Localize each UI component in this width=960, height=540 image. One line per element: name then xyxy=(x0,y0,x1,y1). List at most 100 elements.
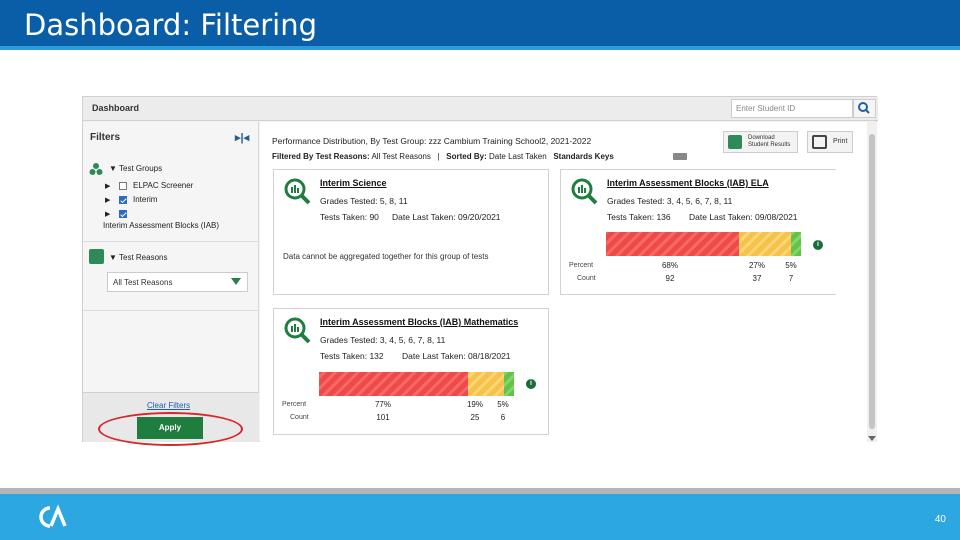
vertical-scrollbar[interactable] xyxy=(867,122,877,442)
print-label: Print xyxy=(833,138,848,145)
group-checkbox-elpac[interactable] xyxy=(119,182,127,190)
page-number: 40 xyxy=(934,514,946,525)
filtered-by-label: Filtered By Test Reasons: xyxy=(272,152,370,161)
dashboard-screenshot: Dashboard Enter Student ID Filters ▸|◂ ▼… xyxy=(82,96,878,442)
divider xyxy=(83,241,259,242)
tests-taken: Tests Taken: 90 xyxy=(320,212,379,222)
sorted-by-value[interactable]: Date Last Taken xyxy=(489,152,547,161)
percent-value: 5% xyxy=(497,400,509,409)
test-reasons-toggle[interactable]: ▼ Test Reasons xyxy=(109,253,167,262)
distribution-segment-red xyxy=(606,232,739,256)
expand-right-icon[interactable]: ▶ xyxy=(105,210,110,218)
scroll-down-icon[interactable] xyxy=(868,436,876,441)
aggregation-message: Data cannot be aggregated together for t… xyxy=(283,252,489,261)
distribution-segment-green xyxy=(504,372,514,396)
search-icon xyxy=(858,102,870,114)
count-value: 101 xyxy=(376,413,390,422)
distribution-bar xyxy=(606,232,801,256)
expand-right-icon[interactable]: ▶ xyxy=(105,182,110,190)
test-reasons-value: All Test Reasons xyxy=(113,278,173,287)
chevron-down-icon xyxy=(231,278,241,285)
card-title-link[interactable]: Interim Science xyxy=(320,178,387,188)
grades-tested: Grades Tested: 5, 8, 11 xyxy=(320,196,408,206)
date-last-taken: Date Last Taken: 09/20/2021 xyxy=(392,212,501,222)
percent-row-label: Percent xyxy=(569,262,594,269)
main-content: Performance Distribution, By Test Group:… xyxy=(260,122,868,442)
print-button[interactable]: Print xyxy=(807,131,853,153)
slide-title: Dashboard: Filtering xyxy=(24,8,317,42)
group-label-elpac: ELPAC Screener xyxy=(133,181,194,190)
magnifier-chart-icon xyxy=(284,317,311,344)
card-title-link[interactable]: Interim Assessment Blocks (IAB) ELA xyxy=(607,178,769,188)
distribution-bar xyxy=(319,372,514,396)
distribution-segment-yellow xyxy=(738,232,792,256)
card-title-link[interactable]: Interim Assessment Blocks (IAB) Mathemat… xyxy=(320,317,518,327)
percent-value: 68% xyxy=(661,261,678,270)
card-interim-science: Interim Science Grades Tested: 5, 8, 11 … xyxy=(273,169,549,295)
tests-taken: Tests Taken: 136 xyxy=(607,212,671,222)
test-groups-toggle[interactable]: ▼ Test Groups xyxy=(109,164,162,173)
ca-logo-icon xyxy=(39,504,67,528)
percent-value: 77% xyxy=(374,400,391,409)
filters-panel: Filters ▸|◂ ▼ Test Groups ▶ ELPAC Screen… xyxy=(83,122,259,442)
group-label-iab: Interim Assessment Blocks (IAB) xyxy=(103,221,220,230)
test-reasons-label: Test Reasons xyxy=(119,253,168,262)
tests-taken: Tests Taken: 132 xyxy=(320,351,384,361)
filters-heading: Filters xyxy=(90,132,121,143)
distribution-segment-green xyxy=(791,232,801,256)
distribution-segment-red xyxy=(319,372,468,396)
distribution-segment-yellow xyxy=(467,372,505,396)
slide-footer: 40 xyxy=(0,494,960,540)
percent-value: 27% xyxy=(748,261,765,270)
download-label-2: Student Results xyxy=(748,142,791,148)
info-icon[interactable]: i xyxy=(813,240,823,250)
count-row-label: Count xyxy=(577,275,596,282)
clear-filters-link[interactable]: Clear Filters xyxy=(147,401,190,410)
group-checkbox-iab[interactable] xyxy=(119,210,127,218)
card-iab-math: Interim Assessment Blocks (IAB) Mathemat… xyxy=(273,308,549,435)
date-last-taken: Date Last Taken: 08/18/2021 xyxy=(402,351,511,361)
expand-caret-icon: ▼ xyxy=(109,164,117,173)
info-icon[interactable]: i xyxy=(526,379,536,389)
collapse-panel-icon[interactable]: ▸|◂ xyxy=(235,131,249,144)
magnifier-chart-icon xyxy=(571,178,598,205)
test-reasons-icon xyxy=(89,249,104,264)
expand-right-icon[interactable]: ▶ xyxy=(105,196,110,204)
standards-keys-label: Standards Keys xyxy=(553,152,614,161)
magnifier-chart-icon xyxy=(284,178,311,205)
dashboard-header: Dashboard Enter Student ID xyxy=(83,97,878,121)
dashboard-title: Dashboard xyxy=(92,103,140,113)
highlight-oval xyxy=(98,412,243,446)
count-value: 6 xyxy=(500,413,506,422)
student-id-search-input[interactable]: Enter Student ID xyxy=(731,99,853,118)
percent-value: 5% xyxy=(785,261,797,270)
filter-summary: Filtered By Test Reasons: All Test Reaso… xyxy=(272,152,614,161)
test-groups-label: Test Groups xyxy=(119,164,163,173)
group-checkbox-interim[interactable] xyxy=(119,196,127,204)
percent-value: 19% xyxy=(466,400,483,409)
slide-header: Dashboard: Filtering xyxy=(0,0,960,50)
divider xyxy=(83,310,259,311)
report-title: Performance Distribution, By Test Group:… xyxy=(272,136,592,146)
grades-tested: Grades Tested: 3, 4, 5, 6, 7, 8, 11 xyxy=(320,335,446,345)
sorted-by-label: Sorted By: xyxy=(446,152,487,161)
date-last-taken: Date Last Taken: 09/08/2021 xyxy=(689,212,798,222)
standards-keys-toggle[interactable] xyxy=(673,153,687,160)
expand-caret-icon: ▼ xyxy=(109,253,117,262)
group-label-interim: Interim xyxy=(133,195,158,204)
test-groups-icon xyxy=(89,163,103,175)
separator: | xyxy=(437,152,440,161)
download-icon xyxy=(728,135,742,149)
test-reasons-select[interactable]: All Test Reasons xyxy=(107,272,248,292)
card-iab-ela: Interim Assessment Blocks (IAB) ELA Grad… xyxy=(560,169,836,295)
count-value: 7 xyxy=(788,274,794,283)
count-value: 92 xyxy=(665,274,675,283)
grades-tested: Grades Tested: 3, 4, 5, 6, 7, 8, 11 xyxy=(607,196,733,206)
search-button[interactable] xyxy=(853,99,876,118)
count-value: 25 xyxy=(470,413,480,422)
download-student-results-button[interactable]: Download Student Results xyxy=(723,131,798,153)
scrollbar-thumb[interactable] xyxy=(869,134,875,429)
count-value: 37 xyxy=(752,274,762,283)
count-row-label: Count xyxy=(290,414,309,421)
printer-icon xyxy=(812,135,827,149)
